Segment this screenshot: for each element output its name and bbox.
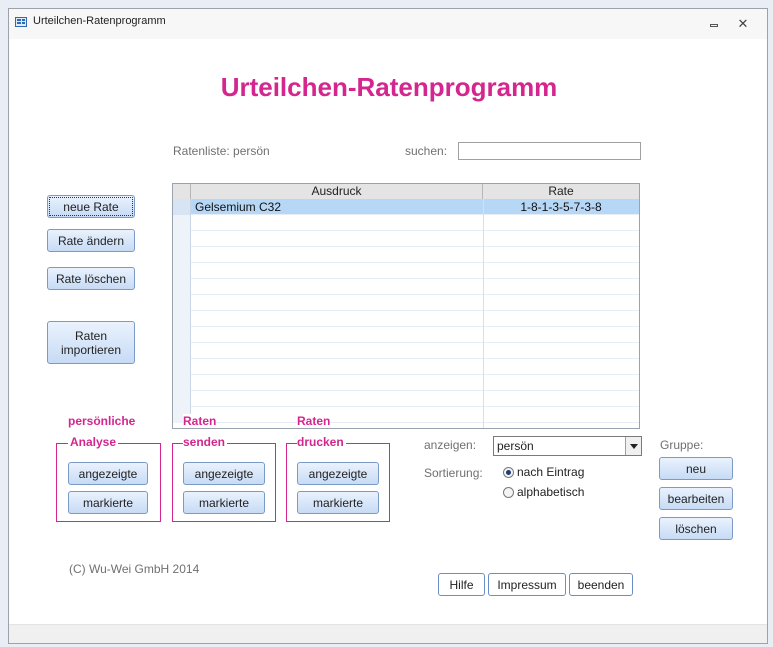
row-selector[interactable]	[173, 231, 191, 247]
import-label-line2: importieren	[60, 342, 122, 357]
row-selector[interactable]	[173, 263, 191, 279]
group-delete-button[interactable]: löschen	[659, 517, 733, 540]
group-senden: angezeigte markierte	[172, 443, 276, 522]
sort-by-entry-label[interactable]: nach Eintrag	[517, 465, 584, 479]
cell-rate: 1-8-1-3-5-7-3-8	[520, 200, 602, 214]
group-drucken-title-line1: Raten	[297, 414, 331, 428]
row-selector[interactable]	[173, 215, 191, 231]
window-title: Urteilchen-Ratenprogramm	[33, 15, 166, 27]
search-input[interactable]	[458, 142, 641, 160]
status-strip	[9, 624, 767, 643]
exit-button[interactable]: beenden	[569, 573, 633, 596]
analyse-marked-button[interactable]: markierte	[68, 491, 148, 514]
send-shown-button[interactable]: angezeigte	[183, 462, 265, 485]
group-drucken: angezeigte markierte	[286, 443, 390, 522]
group-drucken-title-line2: drucken	[297, 435, 346, 449]
table-header: Ausdruck Rate	[173, 184, 639, 200]
show-select-value: persön	[497, 439, 534, 453]
gruppe-label: Gruppe:	[660, 438, 704, 452]
list-label: Ratenliste: persön	[173, 144, 270, 158]
delete-rate-button[interactable]: Rate löschen	[47, 267, 135, 290]
group-analyse-title-line1: persönliche	[68, 414, 136, 428]
new-rate-button[interactable]: neue Rate	[47, 195, 135, 218]
minimize-icon[interactable]	[707, 17, 721, 31]
page-title: Urteilchen-Ratenprogramm	[220, 72, 558, 102]
sort-by-entry-radio[interactable]	[503, 467, 514, 478]
close-icon[interactable]: ✕	[736, 17, 750, 31]
empty-row[interactable]	[173, 279, 639, 295]
empty-row[interactable]	[173, 231, 639, 247]
help-button[interactable]: Hilfe	[438, 573, 485, 596]
column-header-rate[interactable]: Rate	[483, 184, 639, 199]
empty-row[interactable]	[173, 359, 639, 375]
empty-row[interactable]	[173, 295, 639, 311]
group-new-button[interactable]: neu	[659, 457, 733, 480]
main-form: Urteilchen-Ratenprogramm Ratenliste: per…	[9, 39, 767, 627]
print-shown-button[interactable]: angezeigte	[297, 462, 379, 485]
group-analyse-title-line2: Analyse	[68, 435, 119, 449]
empty-row[interactable]	[173, 311, 639, 327]
sort-alphabetical-label[interactable]: alphabetisch	[517, 485, 584, 499]
group-analyse: angezeigte markierte	[56, 443, 161, 522]
import-rates-button[interactable]: Raten importieren	[47, 321, 135, 364]
sort-label: Sortierung:	[424, 466, 483, 480]
row-selector[interactable]	[173, 247, 191, 263]
print-marked-button[interactable]: markierte	[297, 491, 379, 514]
empty-row[interactable]	[173, 215, 639, 231]
row-selector[interactable]	[173, 199, 191, 215]
table-row[interactable]: Gelsemium C32 1-8-1-3-5-7-3-8	[173, 199, 639, 215]
empty-row[interactable]	[173, 327, 639, 343]
rates-table[interactable]: Ausdruck Rate Gelsemium C32 1-8-1-3-5-7-…	[172, 183, 640, 429]
group-senden-title-line1: Raten	[183, 414, 217, 428]
app-window: Urteilchen-Ratenprogramm ✕ Urteilchen-Ra…	[8, 8, 768, 644]
empty-row[interactable]	[173, 263, 639, 279]
column-header-ausdruck[interactable]: Ausdruck	[191, 184, 483, 199]
search-label: suchen:	[405, 144, 448, 158]
app-form-icon	[15, 17, 27, 27]
impressum-button[interactable]: Impressum	[488, 573, 566, 596]
show-label: anzeigen:	[424, 438, 477, 452]
chevron-down-icon[interactable]	[625, 437, 641, 455]
row-selector[interactable]	[173, 343, 191, 359]
column-divider	[483, 199, 484, 428]
cell-ausdruck: Gelsemium C32	[195, 200, 282, 214]
group-edit-button[interactable]: bearbeiten	[659, 487, 733, 510]
sort-alphabetical-radio[interactable]	[503, 487, 514, 498]
title-bar: Urteilchen-Ratenprogramm ✕	[9, 9, 767, 39]
empty-row[interactable]	[173, 407, 639, 423]
row-selector[interactable]	[173, 295, 191, 311]
row-selector[interactable]	[173, 311, 191, 327]
edit-rate-button[interactable]: Rate ändern	[47, 229, 135, 252]
empty-row[interactable]	[173, 247, 639, 263]
row-selector[interactable]	[173, 359, 191, 375]
empty-row[interactable]	[173, 375, 639, 391]
group-senden-title-line2: senden	[183, 435, 228, 449]
analyse-shown-button[interactable]: angezeigte	[68, 462, 148, 485]
empty-row[interactable]	[173, 343, 639, 359]
select-all-corner[interactable]	[173, 184, 191, 199]
show-select[interactable]: persön	[493, 436, 642, 456]
row-selector[interactable]	[173, 279, 191, 295]
empty-row[interactable]	[173, 391, 639, 407]
import-label-line1: Raten	[74, 328, 108, 343]
row-selector[interactable]	[173, 391, 191, 407]
send-marked-button[interactable]: markierte	[183, 491, 265, 514]
row-selector[interactable]	[173, 327, 191, 343]
copyright-text: (C) Wu-Wei GmbH 2014	[69, 562, 200, 576]
row-selector[interactable]	[173, 375, 191, 391]
